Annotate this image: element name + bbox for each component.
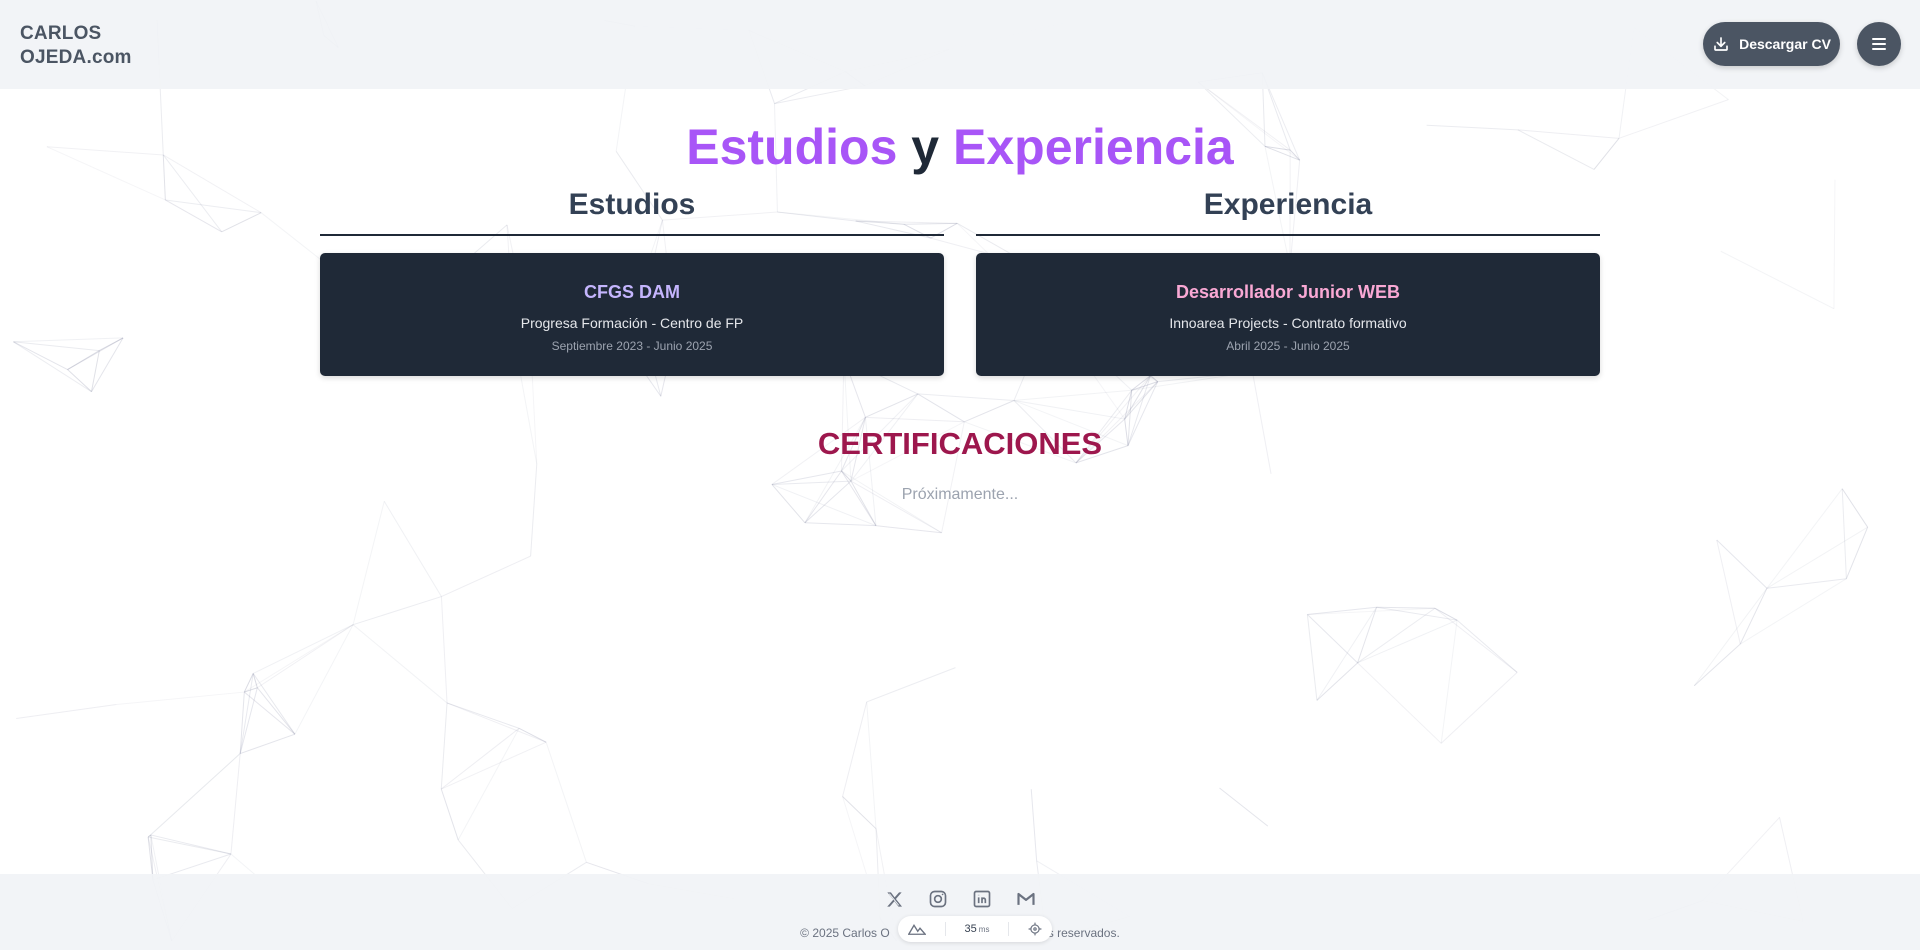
title-experience: Experiencia bbox=[953, 119, 1234, 175]
target-icon[interactable] bbox=[1028, 922, 1042, 936]
experience-heading: Experiencia bbox=[1203, 188, 1373, 221]
instagram-icon[interactable] bbox=[927, 888, 949, 910]
site-logo[interactable]: CARLOS OJEDA.com bbox=[20, 22, 132, 70]
site-header: CARLOS OJEDA.com Descargar CV bbox=[0, 0, 1920, 89]
devtools-toolbar[interactable]: 35 ms bbox=[898, 916, 1052, 942]
title-connector: y bbox=[911, 119, 940, 175]
certifications-heading: CERTIFICACIONES bbox=[817, 426, 1103, 461]
devbar-separator bbox=[1008, 922, 1010, 936]
main-content: Estudios y Experiencia Estudios CFGS DAM… bbox=[0, 89, 1920, 874]
download-cv-button[interactable]: Descargar CV bbox=[1703, 22, 1840, 66]
certifications-placeholder: Próximamente... bbox=[901, 486, 1019, 503]
linkedin-icon[interactable] bbox=[971, 888, 993, 910]
experience-card-dates: Abril 2025 - Junio 2025 bbox=[1226, 339, 1350, 353]
studies-card-dates: Septiembre 2023 - Junio 2025 bbox=[551, 339, 713, 353]
devbar-separator bbox=[944, 922, 946, 936]
page-title: Estudios y Experiencia bbox=[0, 117, 1920, 177]
logo-line-2: OJEDA.com bbox=[20, 47, 132, 68]
studies-card-organization: Progresa Formación - Centro de FP bbox=[520, 315, 744, 331]
site-footer: © 2025 Carlos O nos reservados. 35 ms bbox=[0, 874, 1920, 950]
experience-card: Desarrollador Junior WEB Innoarea Projec… bbox=[976, 253, 1600, 376]
experience-card-organization: Innoarea Projects - Contrato formativo bbox=[1169, 315, 1407, 331]
experience-divider bbox=[976, 234, 1600, 236]
studies-card-title: CFGS DAM bbox=[584, 282, 680, 302]
download-icon bbox=[1714, 37, 1728, 51]
studies-divider bbox=[320, 234, 944, 236]
copyright-left: © 2025 Carlos O bbox=[800, 926, 890, 940]
render-time: 35 ms bbox=[964, 923, 990, 935]
social-links bbox=[0, 888, 1920, 910]
studies-heading: Estudios bbox=[568, 188, 696, 221]
x-twitter-icon[interactable] bbox=[883, 888, 905, 910]
mountain-logo-icon bbox=[907, 923, 926, 935]
logo-line-1: CARLOS bbox=[20, 23, 102, 44]
studies-card: CFGS DAM Progresa Formación - Centro de … bbox=[320, 253, 944, 376]
download-cv-label: Descargar CV bbox=[1739, 36, 1831, 52]
menu-button[interactable] bbox=[1857, 22, 1901, 66]
experience-card-title: Desarrollador Junior WEB bbox=[1175, 282, 1401, 302]
title-studies: Estudios bbox=[686, 119, 898, 175]
gmail-icon[interactable] bbox=[1015, 888, 1037, 910]
hamburger-menu-icon bbox=[1872, 38, 1886, 50]
